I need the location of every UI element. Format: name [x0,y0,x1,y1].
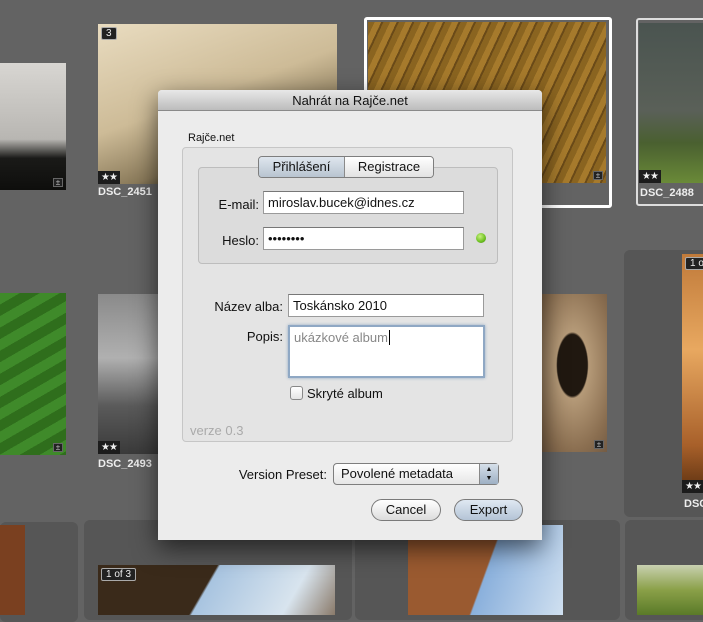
album-name-input[interactable]: Toskánsko 2010 [288,294,484,317]
status-indicator-icon [476,233,486,243]
stack-badge: 1 o [685,257,703,270]
photo-caption: DSC [684,498,703,510]
password-label: Heslo: [222,233,259,248]
email-input[interactable]: miroslav.bucek@idnes.cz [263,191,464,214]
cancel-button[interactable]: Cancel [371,499,441,521]
stack-badge: 1 of 3 [101,568,137,581]
version-preset-select[interactable]: Povolené metadata ▲ ▼ [333,463,499,485]
tab-bar: Přihlášení Registrace [258,156,434,178]
rating-stars: ★★ [682,480,703,493]
hidden-album-checkbox[interactable] [290,386,303,400]
photo-thumbnail[interactable]: 1 of 3 [98,565,335,615]
rating-stars: ★★ [98,171,120,184]
version-preset-value: Povolené metadata [341,466,454,481]
photo-thumbnail[interactable] [637,565,703,615]
photo-caption: DSC_2451 [98,186,152,198]
tab-register[interactable]: Registrace [345,157,433,177]
photo-thumbnail[interactable]: 1 o ★★ [682,254,703,493]
photo-caption: DSC_2493 [98,458,152,470]
tab-login[interactable]: Přihlášení [259,157,345,177]
export-button[interactable]: Export [454,499,523,521]
description-textarea[interactable]: ukázkové album [288,325,485,378]
password-input[interactable]: •••••••• [263,227,464,250]
photo-thumbnail[interactable]: ± [0,293,66,455]
adjust-icon: ± [53,443,63,452]
rating-stars: ★★ [98,441,120,454]
photo-caption: DSC_2488 [640,187,694,199]
version-preset-label: Version Preset: [238,467,327,482]
photo-thumbnail[interactable]: ★★ [639,23,703,183]
updown-arrows-icon: ▲ ▼ [479,464,498,484]
photo-thumbnail[interactable]: ± [0,63,66,190]
email-label: E-mail: [218,197,259,212]
stack-badge: 3 [101,27,117,40]
rating-stars: ★★ [639,170,661,183]
dialog-title: Nahrát na Rajče.net [158,90,542,111]
upload-dialog: Nahrát na Rajče.net Rajče.net Přihlášení… [158,90,542,540]
group-label: Rajče.net [188,132,235,144]
adjust-icon: ± [53,178,63,187]
version-text: verze 0.3 [190,423,244,438]
description-text: ukázkové album [294,330,388,345]
photo-thumbnail[interactable] [0,525,25,615]
photo-frame[interactable]: ★★ DSC_2488 [636,18,703,206]
album-name-label: Název alba: [214,299,283,314]
description-label: Popis: [246,329,283,344]
hidden-album-label: Skryté album [307,386,383,401]
adjust-icon: ± [593,171,603,180]
adjust-icon: ± [594,440,604,449]
